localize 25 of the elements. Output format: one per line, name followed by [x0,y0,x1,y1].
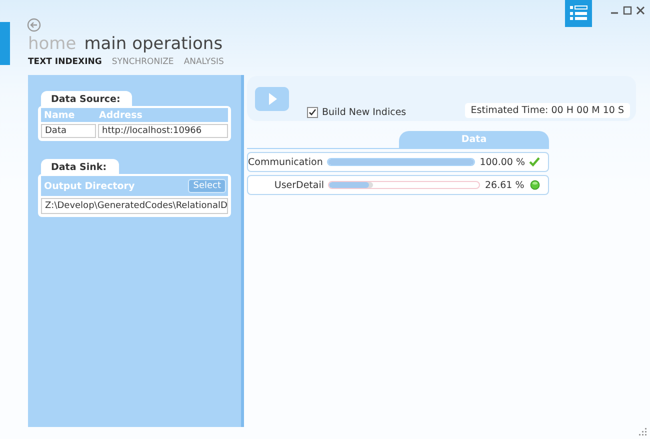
tab[interactable]: TEXT INDEXING [28,57,102,67]
column-header: Output Directory [44,180,135,192]
maximize-icon[interactable] [623,6,632,15]
tab[interactable]: SYNCHRONIZE [112,57,174,67]
resize-grip-icon[interactable] [639,428,647,436]
home-link[interactable]: home [28,34,76,54]
page-title: main operations [84,34,223,54]
item-name: UserDetail [273,180,324,190]
column-header: Name [43,110,76,120]
tab[interactable]: ANALYSIS [184,57,224,67]
percent-reading: 100.00 % [480,156,525,168]
select-button[interactable]: Select [188,179,226,193]
item-name: Communication [248,156,323,168]
group-title: Data Source: [41,91,132,106]
group-title: Data Sink: [41,159,119,174]
table-cell: http://localhost:10966 [98,124,228,138]
output-directory-field[interactable]: Z:\Develop\GeneratedCodes\RelationalD [41,198,228,214]
close-icon[interactable] [636,6,645,15]
column-header: Address [99,110,142,120]
table-cell: Data [41,124,96,138]
checkbox-label: Build New Indices [322,107,406,118]
estimated-time: Estimated Time: 00 H 00 M 10 S [464,103,630,118]
accent-bar [0,22,10,65]
percent-reading: 26.61 % [485,180,524,190]
checkbox[interactable] [307,107,318,118]
